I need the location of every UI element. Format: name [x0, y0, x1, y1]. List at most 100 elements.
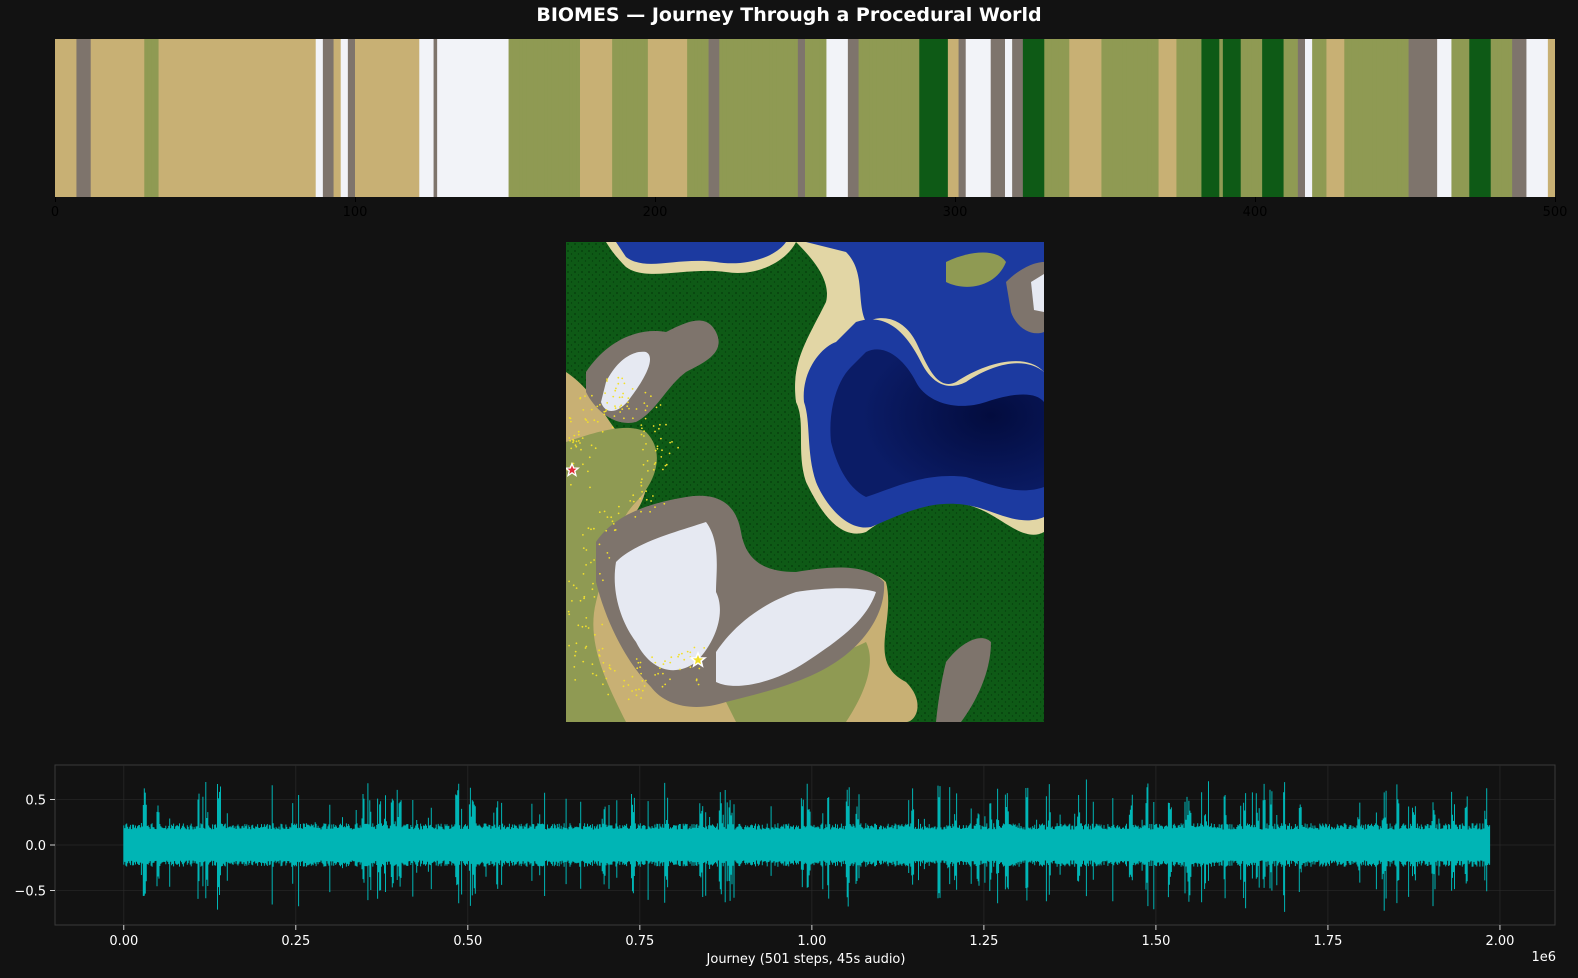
journey-path-dot — [591, 394, 593, 397]
journey-path-dot — [598, 511, 601, 514]
biome-strip-cell — [1301, 39, 1306, 197]
journey-path-dot — [632, 417, 634, 420]
biome-strip-cell — [1280, 39, 1285, 197]
biome-strip-cell — [444, 39, 449, 197]
journey-path-dot — [622, 685, 625, 688]
biome-strip-x-axis: 0 100 200 300 400 500 — [51, 197, 1567, 227]
journey-path-dot — [632, 500, 635, 503]
biome-strip-cell — [319, 39, 324, 197]
biome-strip-cell — [380, 39, 385, 197]
biome-strip-cell — [526, 39, 531, 197]
biome-strip-cell — [351, 39, 356, 197]
biome-strip-cell — [494, 39, 499, 197]
strip-x-tick-label: 400 — [1242, 205, 1268, 220]
journey-path-dot — [603, 670, 605, 673]
biome-strip-cell — [1351, 39, 1356, 197]
biome-strip-cell — [990, 39, 995, 197]
biome-strip-cell — [926, 39, 931, 197]
journey-path-dot — [573, 434, 576, 437]
biome-strip-cell — [108, 39, 113, 197]
journey-path-dot — [594, 447, 597, 450]
biome-strip-cell — [269, 39, 274, 197]
biome-strip-cell — [826, 39, 831, 197]
journey-path-dot — [610, 516, 613, 519]
strip-x-tick-mark — [955, 197, 956, 202]
journey-path-dot — [662, 468, 664, 471]
biome-strip-cell — [1080, 39, 1085, 197]
journey-path-dot — [632, 494, 635, 497]
biome-strip-cell — [855, 39, 860, 197]
biome-strip-cell — [465, 39, 470, 197]
journey-path-dot — [643, 430, 645, 433]
journey-path-dot — [582, 573, 585, 575]
biome-strip-cell — [665, 39, 670, 197]
journey-path-dot — [572, 441, 574, 444]
journey-path-dot — [605, 677, 608, 680]
biome-strip-cell — [1255, 39, 1260, 197]
journey-path-dot — [568, 580, 570, 583]
journey-path-dot — [664, 683, 667, 686]
journey-path-dot — [652, 495, 654, 497]
biome-strip-cell — [262, 39, 267, 197]
biome-strip-cell — [1187, 39, 1192, 197]
biome-strip-cell — [965, 39, 970, 197]
biome-strip-cell — [544, 39, 549, 197]
journey-path-dot — [665, 423, 667, 426]
biome-strip-cell — [1262, 39, 1267, 197]
journey-path-dot — [621, 396, 624, 398]
biome-strip-cell — [205, 39, 210, 197]
biome-strip-cell — [1290, 39, 1295, 197]
biome-strip-cell — [233, 39, 238, 197]
biome-strip-cell — [162, 39, 167, 197]
biome-strip-cell — [622, 39, 628, 197]
journey-path-dot — [689, 666, 692, 669]
journey-path-dot — [585, 625, 587, 628]
biome-strip-cell — [1001, 39, 1006, 197]
journey-path-dot — [568, 613, 571, 616]
journey-path-dot — [587, 527, 590, 530]
journey-path-dot — [580, 448, 582, 451]
biome-strip-cell — [644, 39, 649, 197]
biome-strip-cell — [1415, 39, 1420, 197]
biome-strip-cell — [287, 39, 292, 197]
journey-path-dot — [703, 647, 706, 649]
journey-path-dot — [669, 678, 671, 681]
biome-strip-cell — [469, 39, 474, 197]
biome-strip-cell — [480, 39, 485, 197]
biome-strip-cell — [312, 39, 317, 197]
journey-path-dot — [603, 410, 606, 413]
biome-strip-cell — [1326, 39, 1331, 197]
biome-strip-cell — [880, 39, 885, 197]
journey-path-dot — [601, 430, 604, 433]
journey-path-dot — [593, 596, 596, 598]
journey-path-dot — [598, 654, 601, 656]
biome-strip-cell — [305, 39, 310, 197]
journey-path-dot — [640, 481, 642, 484]
waveform-x-label: Journey (501 steps, 45s audio) — [706, 952, 906, 967]
biome-strip-cell — [369, 39, 374, 197]
biome-strip-cell — [1390, 39, 1395, 197]
journey-path-dot — [645, 679, 647, 682]
biome-strip-cell — [1047, 39, 1053, 197]
biome-strip-cell — [251, 39, 256, 197]
journey-path-dot — [579, 599, 582, 602]
journey-path-dot — [618, 505, 620, 508]
journey-path-dot — [635, 689, 637, 691]
biome-strip-cell — [751, 39, 756, 197]
journey-path-dot — [617, 382, 620, 385]
biome-strip-cell — [1465, 39, 1470, 197]
biome-strip-cell — [80, 39, 85, 197]
biome-strip-cell — [455, 39, 460, 197]
journey-path-dot — [590, 444, 593, 447]
journey-path-dot — [577, 430, 580, 433]
journey-path-dot — [641, 680, 644, 682]
journey-path-dot — [677, 655, 679, 658]
biome-strip-cell — [1508, 39, 1513, 197]
journey-path-dot — [587, 627, 590, 629]
biome-strip-cell — [1522, 39, 1528, 197]
biome-strip-cell — [1133, 39, 1138, 197]
journey-path-dot — [593, 527, 595, 530]
biome-strip-cell — [65, 39, 70, 197]
biome-strip-cell — [280, 39, 285, 197]
biome-strip-cell — [1087, 39, 1092, 197]
